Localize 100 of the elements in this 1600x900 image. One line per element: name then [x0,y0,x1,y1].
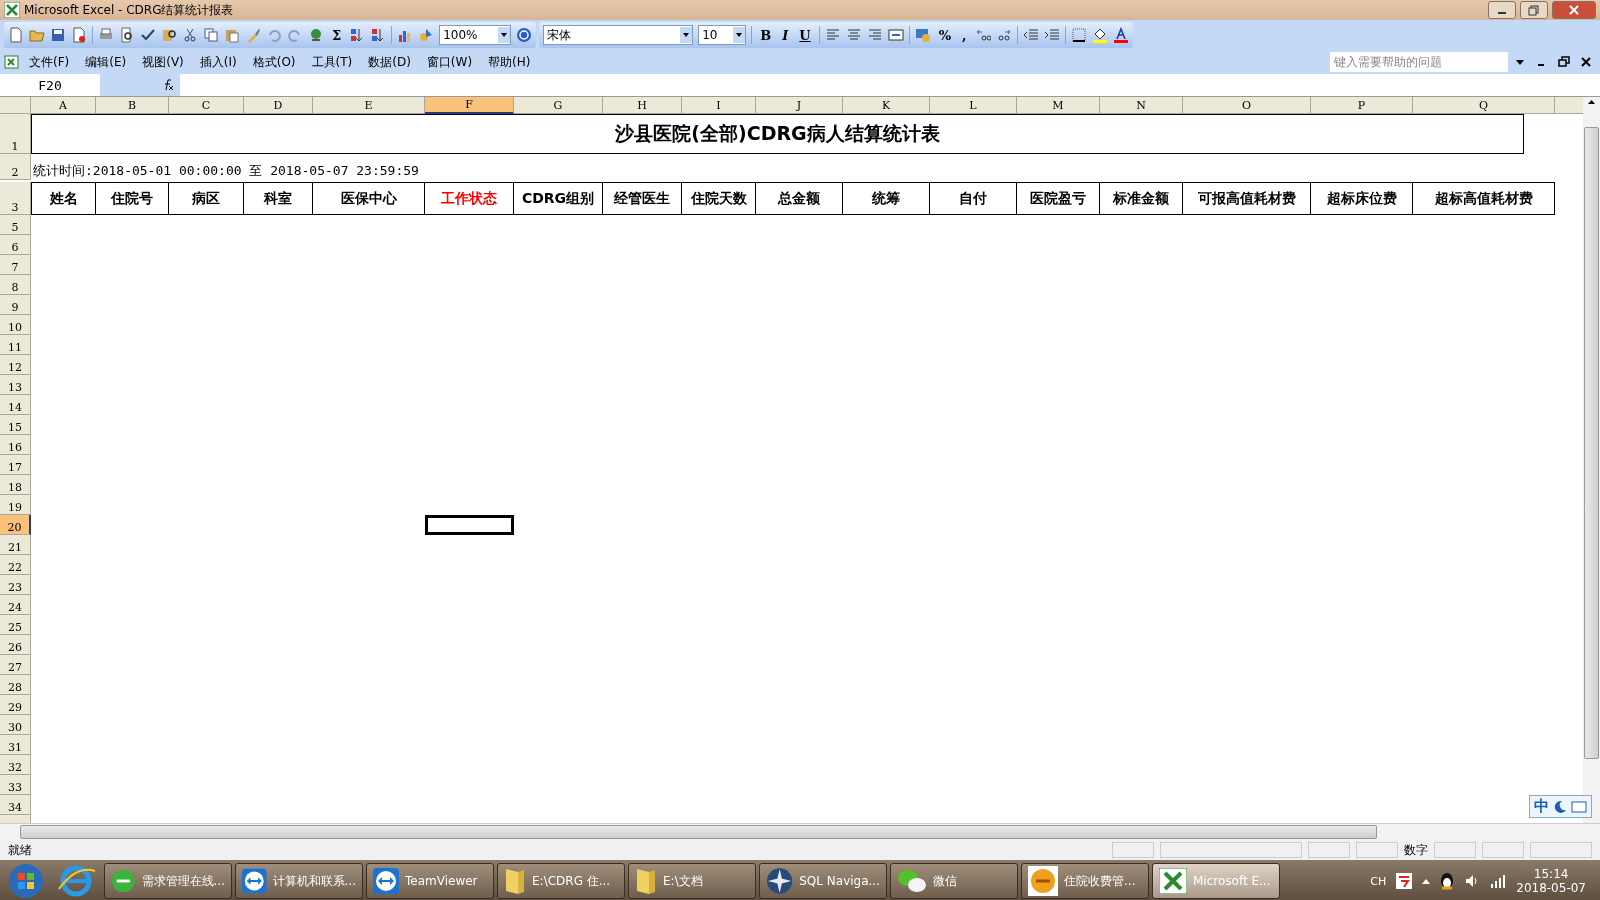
minimize-icon[interactable] [1488,1,1516,19]
merge-cells-icon[interactable] [887,27,904,43]
row-header[interactable]: 22 [0,555,31,575]
column-header[interactable]: H [603,97,682,114]
clock-date[interactable]: 2018-05-07 [1516,881,1586,895]
decrease-decimal-icon[interactable] [995,27,1012,43]
column-header[interactable]: B [96,97,169,114]
sheet-icon[interactable] [4,54,20,70]
font-color-icon[interactable] [1112,27,1129,43]
increase-decimal-icon[interactable] [974,27,991,43]
horizontal-scrollbar-thumb[interactable] [20,825,1377,839]
row-header[interactable]: 26 [0,635,31,655]
menu-item[interactable]: 帮助(H) [481,51,538,73]
font-size-combo[interactable]: 10 [698,25,747,45]
row-header[interactable]: 17 [0,455,31,475]
row-header[interactable]: 27 [0,655,31,675]
close-icon[interactable] [1579,55,1593,69]
taskbar-button[interactable]: 需求管理在线... [104,863,232,899]
row-header[interactable]: 34 [0,795,31,815]
row-header[interactable]: 14 [0,395,31,415]
row-header[interactable]: 8 [0,275,31,295]
signal-bars-icon[interactable] [1490,874,1507,888]
menu-item[interactable]: 数据(D) [361,51,418,73]
scissors-icon[interactable] [182,27,198,43]
row-header[interactable]: 19 [0,495,31,515]
clock-time[interactable]: 15:14 [1533,867,1569,881]
column-header[interactable]: D [244,97,313,114]
row-header[interactable]: 21 [0,535,31,555]
language-indicator[interactable]: CH [1370,874,1387,888]
menu-item[interactable]: 编辑(E) [78,51,134,73]
row-header[interactable]: 33 [0,775,31,795]
row-header[interactable]: 12 [0,355,31,375]
ime-toolbar[interactable]: 中 [1529,795,1592,818]
copy-icon[interactable] [203,27,219,43]
taskbar-button[interactable]: 计算机和联系... [235,863,363,899]
fill-color-icon[interactable] [1091,27,1108,43]
shapes-icon[interactable] [418,27,435,43]
menu-item[interactable]: 文件(F) [22,51,77,73]
align-left-icon[interactable] [824,27,841,43]
row-header[interactable]: 6 [0,235,31,255]
permission-icon[interactable] [71,27,87,43]
row-header[interactable]: 28 [0,675,31,695]
menu-item[interactable]: 格式(O) [245,51,303,73]
row-header[interactable]: 5 [0,215,31,235]
row-header[interactable]: 16 [0,435,31,455]
moon-icon[interactable] [1553,799,1567,814]
column-header[interactable]: I [682,97,756,114]
align-center-icon[interactable] [845,27,862,43]
vertical-scrollbar-thumb[interactable] [1584,127,1599,759]
row-header[interactable]: 7 [0,255,31,275]
research-icon[interactable] [161,27,177,43]
row-header[interactable]: 25 [0,615,31,635]
column-header[interactable]: P [1311,97,1413,114]
row-header[interactable]: 30 [0,715,31,735]
column-header[interactable]: J [756,97,843,114]
column-header[interactable]: F [425,97,514,114]
borders-icon[interactable] [1070,27,1087,43]
row-header[interactable]: 29 [0,695,31,715]
comma-button[interactable]: , [959,27,970,43]
column-header[interactable]: M [1017,97,1100,114]
menu-item[interactable]: 工具(T) [304,51,360,73]
align-right-icon[interactable] [866,27,883,43]
row-header[interactable]: 20 [0,515,31,535]
format-button[interactable]: B [757,27,775,43]
print-preview-icon[interactable] [119,27,135,43]
row-header[interactable]: 13 [0,375,31,395]
menu-item[interactable]: 窗口(W) [419,51,480,73]
new-file-icon[interactable] [8,27,24,43]
row-header[interactable]: 23 [0,575,31,595]
taskbar-button[interactable]: E:\CDRG 住... [497,863,625,899]
name-box[interactable]: F20 [0,76,100,94]
row-header[interactable]: 18 [0,475,31,495]
caret-up-icon[interactable] [1422,878,1431,884]
column-header[interactable]: L [930,97,1017,114]
currency-icon[interactable] [914,27,931,43]
row-header[interactable]: 31 [0,735,31,755]
restore-icon[interactable] [1557,55,1571,69]
taskbar-button[interactable]: 微信 [890,863,1018,899]
row-header[interactable]: 24 [0,595,31,615]
spelling-icon[interactable] [140,27,156,43]
row-header[interactable]: 32 [0,755,31,775]
increase-indent-icon[interactable] [1043,27,1060,43]
taskbar-button[interactable]: 住院收费管... [1021,863,1149,899]
percent-button[interactable]: % [935,27,954,43]
row-header[interactable]: 2 [0,154,31,180]
row-header[interactable]: 3 [0,182,31,215]
active-cell[interactable] [425,515,514,535]
column-header[interactable]: E [313,97,425,114]
help-icon[interactable] [516,27,533,43]
column-header[interactable]: N [1100,97,1183,114]
paste-icon[interactable] [224,27,240,43]
column-header[interactable]: C [169,97,244,114]
format-button[interactable]: I [779,27,792,43]
column-header[interactable]: O [1183,97,1311,114]
penguin-icon[interactable] [1440,872,1455,890]
row-header[interactable]: 1 [0,114,31,154]
font-combo[interactable]: 宋体 [543,25,694,45]
autosum-button[interactable]: Σ [329,27,345,43]
zoom-combo[interactable]: 100% [439,25,512,45]
column-header[interactable]: A [31,97,96,114]
